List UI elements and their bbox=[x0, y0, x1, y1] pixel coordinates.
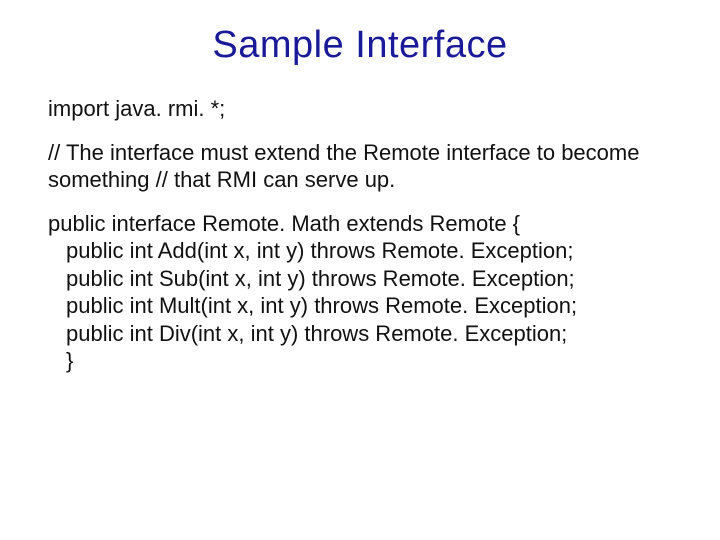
comment-line: // The interface must extend the Remote … bbox=[48, 139, 672, 194]
import-statement: import java. rmi. *; bbox=[48, 95, 672, 123]
method-mult: public int Mult(int x, int y) throws Rem… bbox=[48, 292, 672, 320]
method-sub: public int Sub(int x, int y) throws Remo… bbox=[48, 265, 672, 293]
method-div: public int Div(int x, int y) throws Remo… bbox=[48, 320, 672, 348]
code-block: public interface Remote. Math extends Re… bbox=[48, 210, 672, 375]
method-add: public int Add(int x, int y) throws Remo… bbox=[48, 237, 672, 265]
slide: Sample Interface import java. rmi. *; //… bbox=[0, 0, 720, 540]
interface-declaration: public interface Remote. Math extends Re… bbox=[48, 210, 672, 238]
closing-brace: } bbox=[48, 347, 672, 375]
comment-text: // The interface must extend the Remote … bbox=[48, 140, 639, 193]
slide-title: Sample Interface bbox=[48, 24, 672, 67]
